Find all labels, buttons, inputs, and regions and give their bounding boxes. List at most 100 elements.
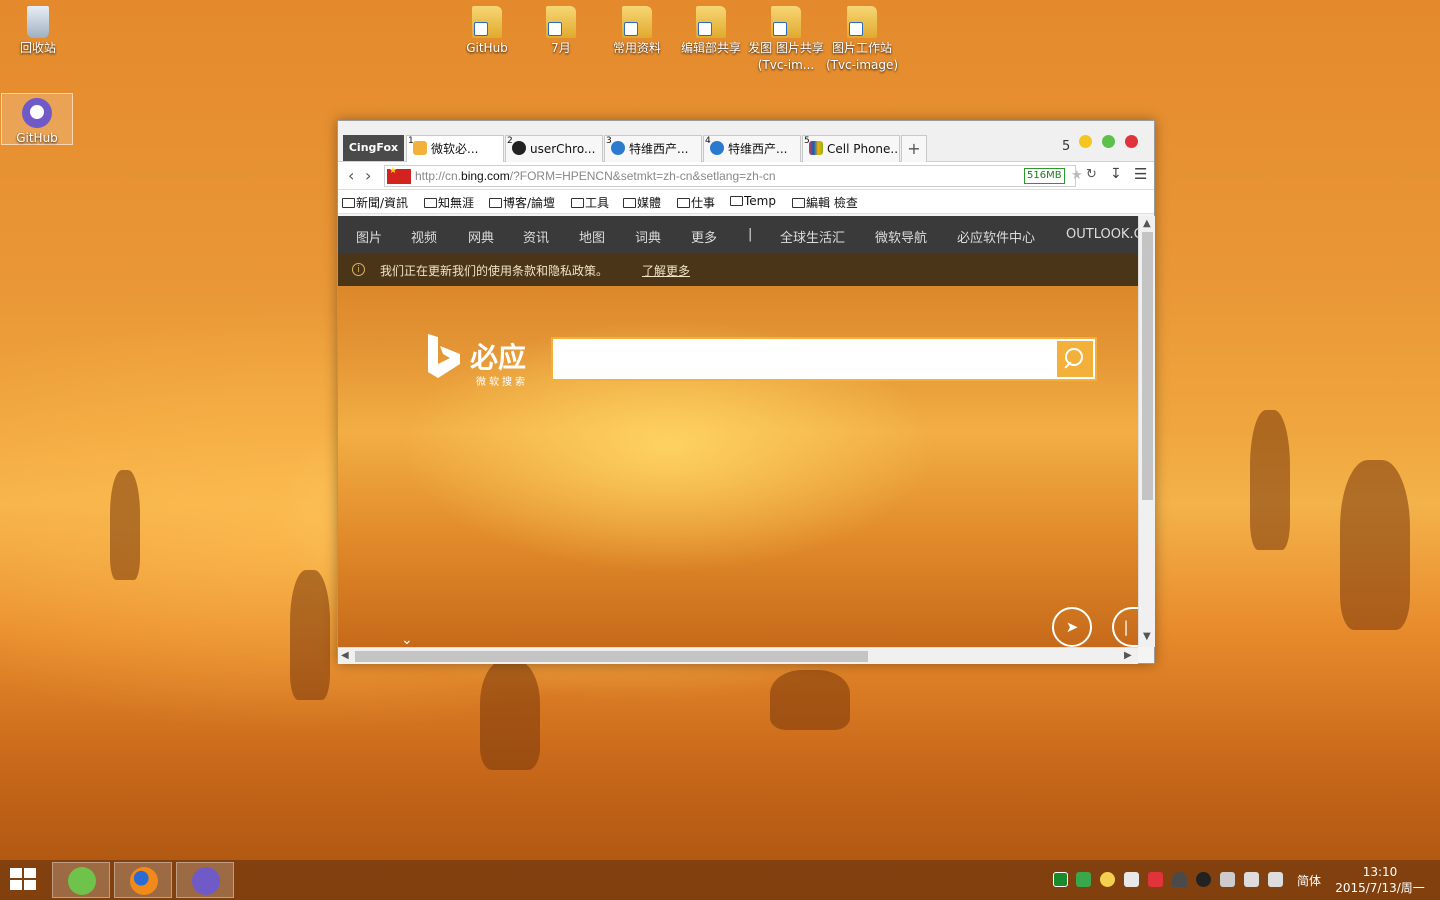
github-icon <box>22 98 52 128</box>
system-clock[interactable]: 13:10 2015/7/13/周一 <box>1330 864 1430 896</box>
bookmark-folder[interactable]: Temp <box>730 194 776 208</box>
tray-network-icon[interactable] <box>1244 872 1259 887</box>
bing-logo-name: 必应 <box>470 341 527 374</box>
tab-tvc-1[interactable]: 3 特维西产... <box>604 135 702 162</box>
tab-count: 5 <box>1062 139 1071 154</box>
horizontal-scrollbar[interactable]: ◀ ▶ <box>338 647 1138 664</box>
memory-indicator: 516MB <box>1024 168 1065 184</box>
search-button[interactable] <box>1057 341 1093 377</box>
bookmark-folder[interactable]: 博客/論壇 <box>489 194 555 211</box>
bing-nav-outlook[interactable]: OUTLOOK.C <box>1066 227 1138 242</box>
new-tab-button[interactable]: + <box>901 135 927 162</box>
tray-sync-icon[interactable] <box>1124 872 1139 887</box>
bing-nav-images[interactable]: 图片 <box>356 227 382 246</box>
folder-shortcut-icon <box>546 6 576 38</box>
tab-tvc-2[interactable]: 4 特维西产... <box>703 135 801 162</box>
maximize-button[interactable] <box>1102 135 1115 148</box>
chevron-down-icon[interactable]: ⌄ <box>401 632 413 647</box>
horizontal-scroll-thumb[interactable] <box>355 651 868 662</box>
tray-palette-icon[interactable] <box>1100 872 1115 887</box>
tray-wifi-icon[interactable] <box>1172 872 1187 887</box>
desktop-icon-github[interactable]: GitHub <box>1 93 73 145</box>
taskbar-app-github[interactable] <box>176 862 234 898</box>
address-bar[interactable]: http://cn.bing.com/?FORM=HPENCN&setmkt=z… <box>384 165 1083 187</box>
desktop-icon-common-data[interactable]: 常用资料 <box>599 2 675 57</box>
china-flag-icon <box>387 166 411 184</box>
desktop-icon-image-workstation[interactable]: 图片工作站 (Tvc-image) <box>824 2 900 74</box>
bing-nav-news[interactable]: 资讯 <box>523 227 549 246</box>
bing-nav-maps[interactable]: 地图 <box>579 227 605 246</box>
page-viewport: 图片 视频 网典 资讯 地图 词典 更多 | 全球生活汇 微软导航 必应软件中心… <box>338 216 1138 647</box>
taskbar-app-firefox[interactable] <box>114 862 172 898</box>
tray-green-square-icon[interactable] <box>1053 872 1068 887</box>
tray-volume-muted-icon[interactable] <box>1268 872 1283 887</box>
url-text[interactable]: http://cn.bing.com/?FORM=HPENCN&setmkt=z… <box>415 169 776 183</box>
input-method-indicator[interactable]: 简体 <box>1297 872 1321 889</box>
vertical-scrollbar[interactable]: ▲ ▼ <box>1138 216 1155 647</box>
desktop-icon-editorial-share[interactable]: 编辑部共享 <box>673 2 749 57</box>
download-icon[interactable]: ↧ <box>1110 166 1122 182</box>
browser-brand[interactable]: CingFox <box>343 135 404 161</box>
bing-nav-ms-navigation[interactable]: 微软导航 <box>875 227 927 246</box>
policy-notice: i 我们正在更新我们的使用条款和隐私政策。 了解更多 <box>338 253 1138 286</box>
folder-shortcut-icon <box>771 6 801 38</box>
windows-start-icon[interactable] <box>10 868 38 892</box>
browser-window: CingFox 1 微软必... 2 userChro... 3 特维西产...… <box>337 120 1155 664</box>
desktop-icon-label: 图片工作站 (Tvc-image) <box>825 41 899 72</box>
tab-cell-phone[interactable]: 5 Cell Phone... <box>802 135 900 162</box>
silhouette <box>1340 460 1410 630</box>
desktop-icon-github-folder[interactable]: GitHub <box>449 2 525 57</box>
vertical-scroll-thumb[interactable] <box>1142 232 1153 500</box>
bing-nav-web[interactable]: 网典 <box>468 227 494 246</box>
tray-qq-icon[interactable] <box>1196 872 1211 887</box>
reload-icon[interactable]: ↻ <box>1086 167 1097 182</box>
desktop-icon-recycle-bin[interactable]: 回收站 <box>0 2 76 57</box>
close-button[interactable] <box>1125 135 1138 148</box>
silhouette <box>110 470 140 580</box>
folder-icon <box>342 198 355 208</box>
desktop-icon-label: GitHub <box>466 41 508 55</box>
silhouette <box>290 570 330 700</box>
bing-nav-global-life[interactable]: 全球生活汇 <box>780 227 845 246</box>
scroll-up-icon[interactable]: ▲ <box>1143 218 1151 229</box>
forward-icon[interactable]: › <box>365 166 371 185</box>
scroll-left-icon[interactable]: ◀ <box>341 650 349 661</box>
learn-more-link[interactable]: 了解更多 <box>642 262 690 279</box>
tray-red-app-icon[interactable] <box>1148 872 1163 887</box>
clock-date: 2015/7/13/周一 <box>1335 881 1425 895</box>
bookmarks-bar: 新聞/資訊 知無涯 博客/論壇 工具 媒體 仕事 Temp 編輯 檢查 <box>338 190 1154 214</box>
tab-number: 1 <box>408 136 414 146</box>
bing-nav-software-center[interactable]: 必应软件中心 <box>957 227 1035 246</box>
bing-nav-more[interactable]: 更多 <box>691 227 717 246</box>
search-input[interactable] <box>551 337 1097 381</box>
tab-bar: CingFox 1 微软必... 2 userChro... 3 特维西产...… <box>338 121 1154 162</box>
minimize-button[interactable] <box>1079 135 1092 148</box>
bookmark-folder[interactable]: 工具 <box>571 194 609 211</box>
tab-bing[interactable]: 1 微软必... <box>406 135 504 162</box>
bookmark-folder[interactable]: 知無涯 <box>424 194 474 211</box>
bookmark-folder[interactable]: 仕事 <box>677 194 715 211</box>
tray-send-icon[interactable] <box>1220 872 1235 887</box>
stats-button[interactable]: | <box>1112 607 1138 647</box>
taskbar-app-clover[interactable] <box>52 862 110 898</box>
desktop-icon-label: 常用资料 <box>612 41 661 55</box>
back-icon[interactable]: ‹ <box>348 166 354 185</box>
menu-icon[interactable]: ☰ <box>1134 165 1147 183</box>
bing-nav-dictionary[interactable]: 词典 <box>635 227 661 246</box>
desktop-icon-july[interactable]: 7月 <box>523 2 599 57</box>
tray-security-icon[interactable] <box>1076 872 1091 887</box>
bookmark-folder[interactable]: 新聞/資訊 <box>342 194 408 211</box>
bing-nav-videos[interactable]: 视频 <box>411 227 437 246</box>
scroll-right-icon[interactable]: ▶ <box>1124 650 1132 661</box>
bing-logo-icon <box>428 334 460 378</box>
desktop-icon-label: 编辑部共享 <box>680 41 741 55</box>
scroll-down-icon[interactable]: ▼ <box>1143 631 1151 642</box>
tab-userchrome[interactable]: 2 userChro... <box>505 135 603 162</box>
bing-nav: 图片 视频 网典 资讯 地图 词典 更多 | 全球生活汇 微软导航 必应软件中心… <box>338 216 1138 253</box>
share-button[interactable]: ➤ <box>1052 607 1092 647</box>
bookmark-star-icon[interactable]: ★ <box>1071 168 1083 183</box>
desktop-icon-image-share[interactable]: 发图 图片共享 (Tvc-im... <box>748 2 824 74</box>
silhouette <box>480 660 540 770</box>
bookmark-folder[interactable]: 編輯 檢查 <box>792 194 858 211</box>
bookmark-folder[interactable]: 媒體 <box>623 194 661 211</box>
